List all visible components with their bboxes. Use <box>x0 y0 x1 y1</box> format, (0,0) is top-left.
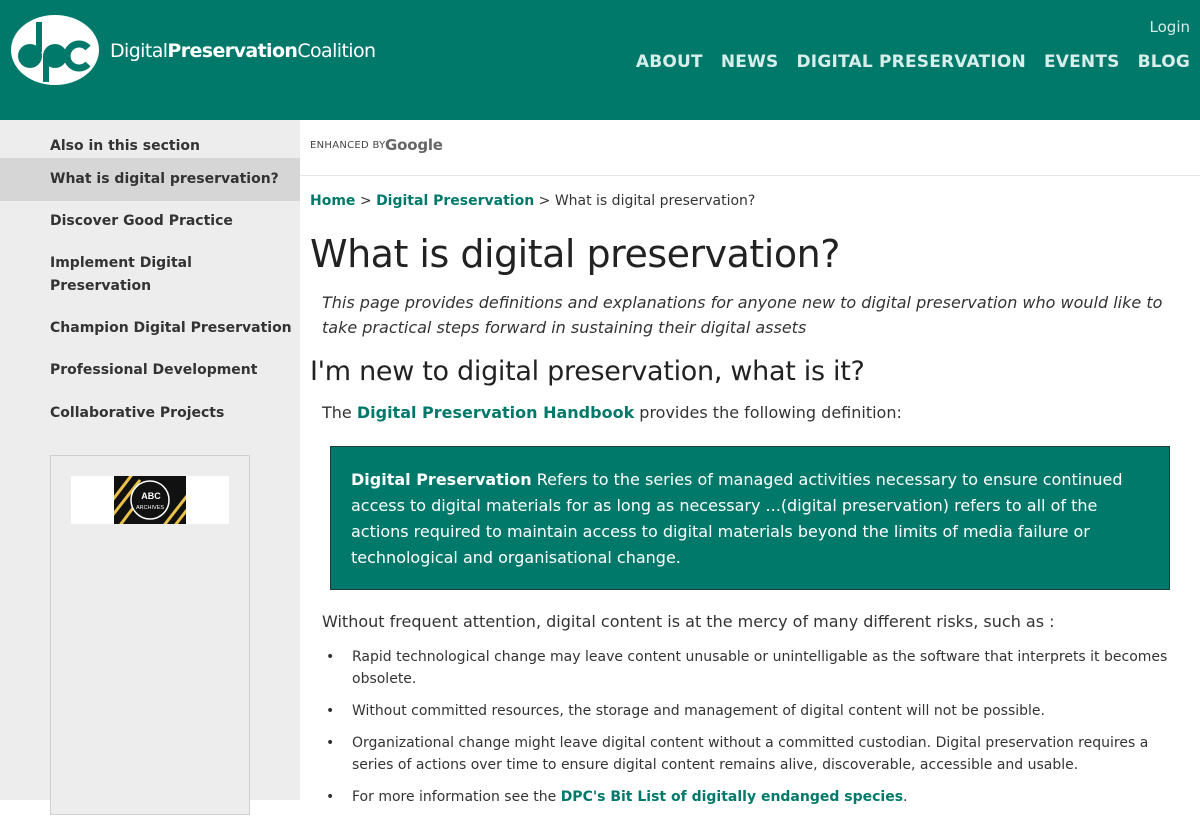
list-item-text: For more information see the <box>352 789 561 805</box>
breadcrumb-separator: > <box>359 193 372 209</box>
definition-intro-text: The <box>322 403 357 422</box>
enhanced-by-label: ENHANCED BY <box>310 140 386 151</box>
breadcrumb-current: What is digital preservation? <box>554 193 756 209</box>
sidebar-item-discover-good-practice[interactable]: Discover Good Practice <box>0 210 300 233</box>
sidebar-item-collaborative-projects[interactable]: Collaborative Projects <box>0 402 300 425</box>
bit-list-link[interactable]: DPC's Bit List of digitally endanged spe… <box>561 789 903 805</box>
list-item: • Without committed resources, the storag… <box>326 703 1045 719</box>
abc-text: ABC <box>141 491 161 501</box>
breadcrumb-digital-preservation[interactable]: Digital Preservation <box>376 193 534 209</box>
archives-text: ARCHIVES <box>136 505 164 511</box>
page-intro: This page provides definitions and expla… <box>322 293 1163 337</box>
brand-part-3: Coalition <box>297 40 376 62</box>
site-header: DigitalPreservationCoalition Login ABOUT… <box>0 0 1200 120</box>
sidebar: Also in this section What is digital pre… <box>0 120 300 815</box>
definition-intro: The Digital Preservation Handbook provid… <box>322 403 902 422</box>
brand-part-2: Preservation <box>167 40 298 62</box>
brand-part-1: Digital <box>110 40 168 62</box>
list-item-text: . <box>903 789 908 805</box>
sidebar-item-professional-development[interactable]: Professional Development <box>0 359 300 382</box>
sidebar-promo: ABC ARCHIVES <box>50 455 250 815</box>
sidebar-item-what-is-digital-preservation[interactable]: What is digital preservation? <box>0 158 300 201</box>
login-link[interactable]: Login <box>1150 18 1190 36</box>
list-item: • For more information see the DPC's Bit … <box>326 789 908 805</box>
nav-news[interactable]: NEWS <box>721 52 779 72</box>
google-logo-icon: Google <box>385 136 443 154</box>
sidebar-heading: Also in this section <box>50 138 200 154</box>
list-item-text: Organizational change might leave digita… <box>352 735 1149 773</box>
list-item-text: Rapid technological change may leave con… <box>352 649 1168 687</box>
section-heading: I'm new to digital preservation, what is… <box>310 356 865 387</box>
definition-intro-text-2: provides the following definition: <box>634 403 902 422</box>
sidebar-item-implement-digital-preservation[interactable]: Implement Digital Preservation <box>0 252 220 298</box>
list-item: • Rapid technological change may leave co… <box>326 649 1168 687</box>
breadcrumb: Home > Digital Preservation > What is di… <box>310 193 755 209</box>
handbook-link[interactable]: Digital Preservation Handbook <box>357 403 634 422</box>
dpc-logo-icon[interactable] <box>10 14 100 86</box>
main-nav: ABOUT NEWS DIGITAL PRESERVATION EVENTS B… <box>636 52 1190 72</box>
definition-term: Digital Preservation <box>351 470 532 489</box>
risks-list: • Rapid technological change may leave co… <box>322 646 1182 818</box>
nav-digital-preservation[interactable]: DIGITAL PRESERVATION <box>797 52 1026 72</box>
nav-blog[interactable]: BLOG <box>1138 52 1190 72</box>
list-item: • Organizational change might leave digit… <box>326 735 1149 773</box>
search-bar[interactable]: ENHANCED BY Google <box>300 120 1200 176</box>
page-title: What is digital preservation? <box>310 232 840 276</box>
abc-archives-banner[interactable]: ABC ARCHIVES <box>71 476 229 524</box>
abc-archives-logo-icon: ABC ARCHIVES <box>114 476 186 524</box>
breadcrumb-home[interactable]: Home <box>310 193 355 209</box>
sidebar-item-champion-digital-preservation[interactable]: Champion Digital Preservation <box>0 317 300 340</box>
brand-name[interactable]: DigitalPreservationCoalition <box>110 40 376 62</box>
nav-about[interactable]: ABOUT <box>636 52 703 72</box>
nav-events[interactable]: EVENTS <box>1044 52 1120 72</box>
definition-box: Digital Preservation Refers to the serie… <box>330 446 1170 590</box>
risks-intro: Without frequent attention, digital cont… <box>322 612 1055 631</box>
breadcrumb-separator: > <box>538 193 551 209</box>
list-item-text: Without committed resources, the storage… <box>352 703 1045 719</box>
